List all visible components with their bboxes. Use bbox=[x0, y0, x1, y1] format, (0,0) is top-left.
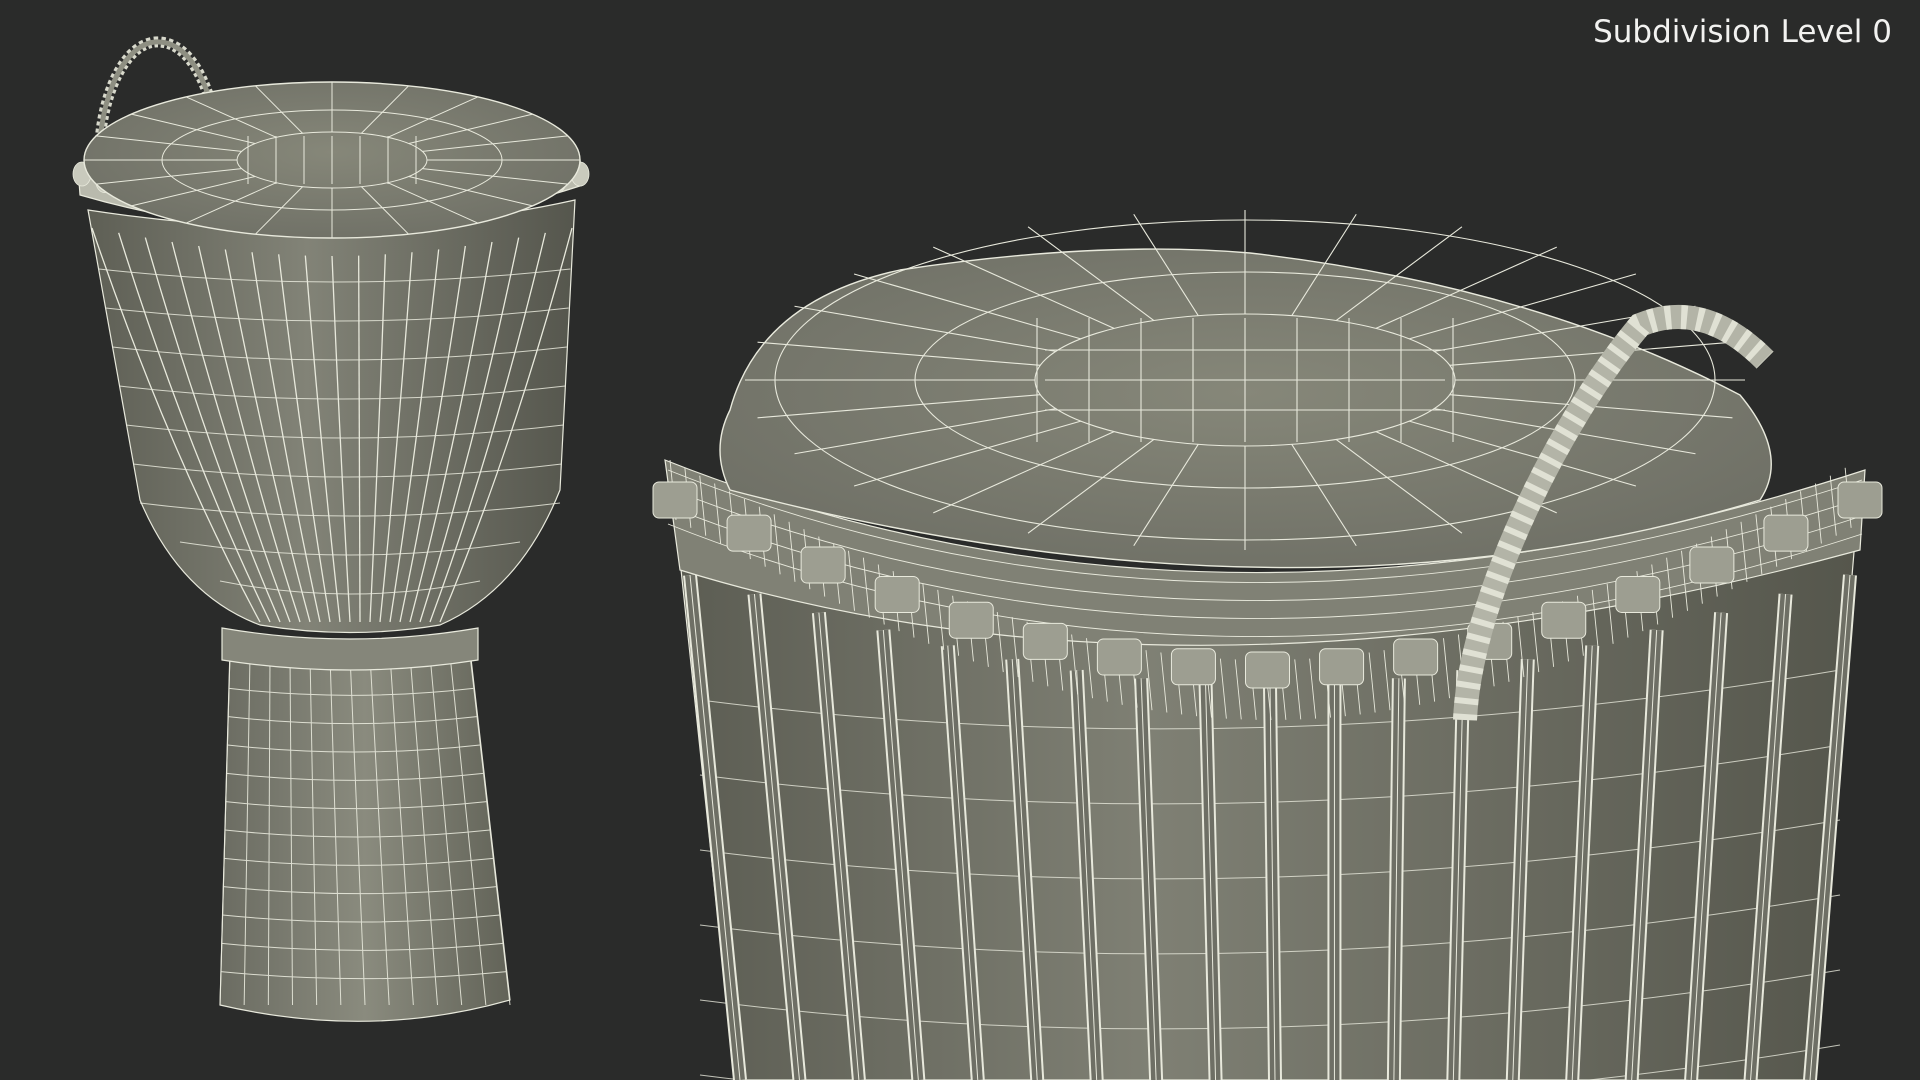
djembe-closeup-view bbox=[652, 210, 1883, 1080]
subdivision-level-label: Subdivision Level 0 bbox=[1593, 14, 1892, 50]
waist-ring bbox=[221, 627, 479, 671]
viewport-render: Subdivision Level 0 bbox=[72, 14, 1892, 1080]
drum-bowl bbox=[87, 199, 576, 634]
djembe-full-view bbox=[72, 36, 590, 1022]
drum-base bbox=[219, 649, 511, 1022]
